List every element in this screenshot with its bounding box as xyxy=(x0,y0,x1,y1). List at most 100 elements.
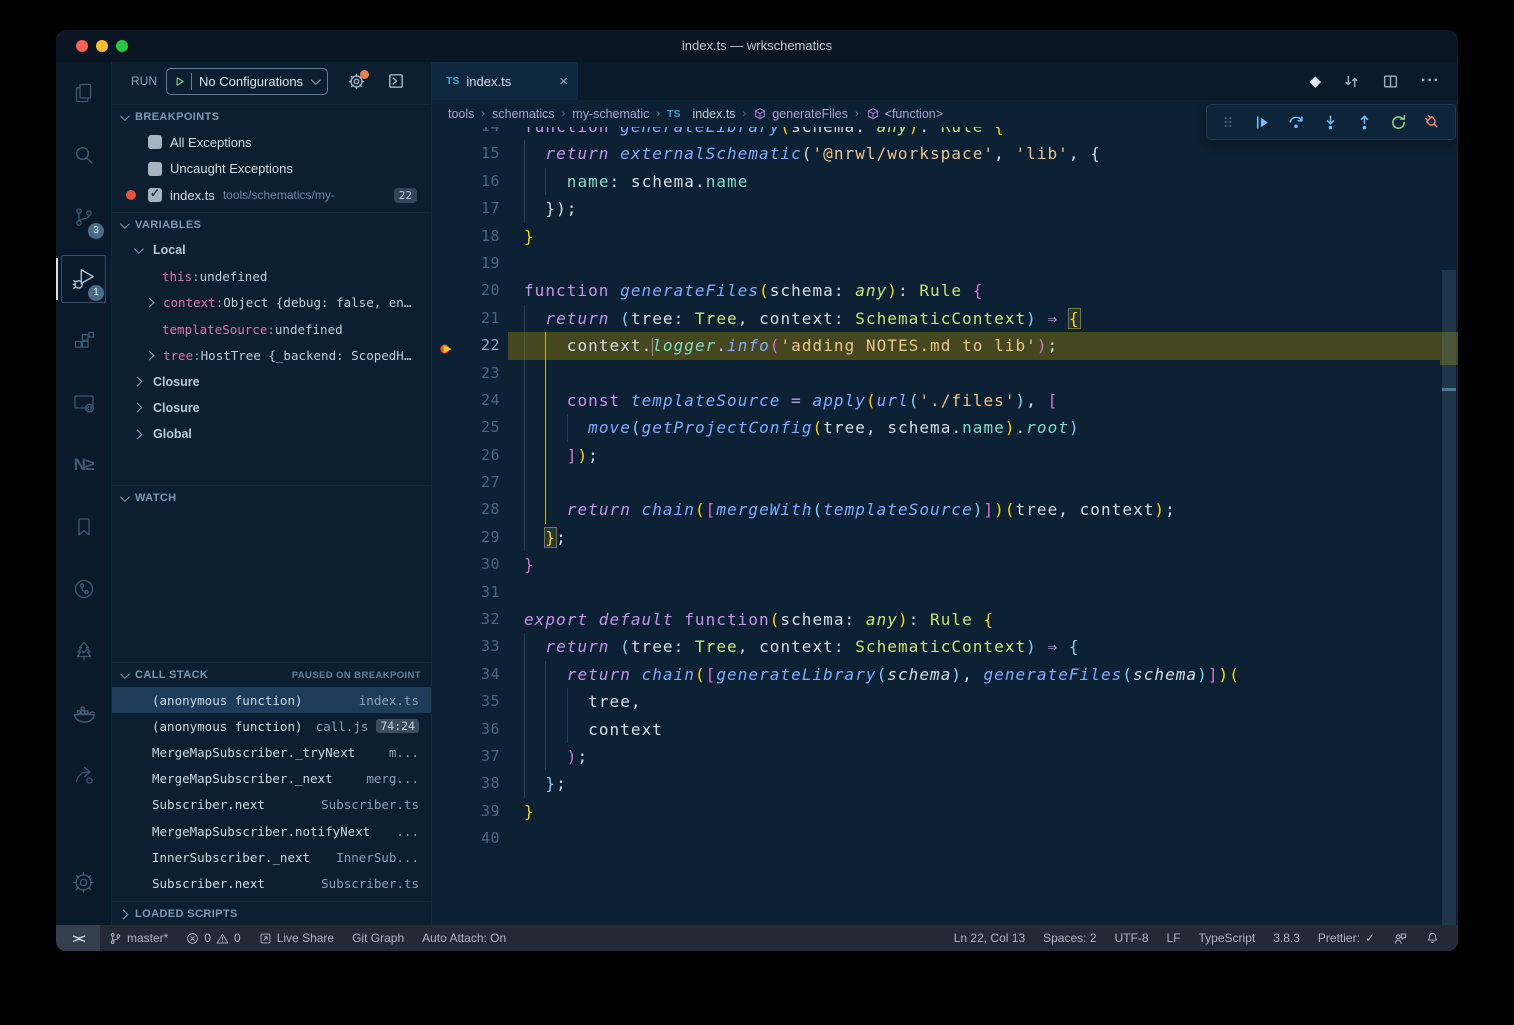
activity-extensions-icon[interactable] xyxy=(56,310,111,372)
close-tab-icon[interactable]: × xyxy=(559,73,568,90)
call-stack-frame[interactable]: MergeMapSubscriber._tryNextm... xyxy=(112,739,431,765)
variable-row[interactable]: this: undefined xyxy=(112,263,431,289)
activity-bookmarks-icon[interactable] xyxy=(56,496,111,558)
call-stack-frame[interactable]: InnerSubscriber._nextInnerSub... xyxy=(112,844,431,870)
notifications-bell[interactable] xyxy=(1417,925,1448,951)
indent-guide xyxy=(545,360,566,387)
code-text: }; xyxy=(524,770,567,797)
variable-scope-row[interactable]: Closure xyxy=(112,368,431,394)
token: . xyxy=(716,336,727,355)
breakpoint-current-line-icon[interactable] xyxy=(438,338,456,365)
breadcrumb-item[interactable]: generateFiles xyxy=(753,107,848,121)
token: ( xyxy=(695,500,706,519)
frame-file: merg... xyxy=(356,771,419,786)
tab-index-ts[interactable]: TS index.ts × xyxy=(432,62,578,100)
auto-attach-status[interactable]: Auto Attach: On xyxy=(413,925,515,951)
token: } xyxy=(545,528,556,547)
code-editor[interactable]: 14function generateLibrary(schema: any):… xyxy=(432,127,1458,925)
problems-status[interactable]: 00 xyxy=(177,925,249,951)
disconnect-button[interactable] xyxy=(1415,107,1449,137)
breakpoint-row[interactable]: All Exceptions xyxy=(112,129,431,156)
breakpoint-row[interactable]: index.tstools/schematics/my-sch...22 xyxy=(112,182,431,209)
call-stack-header[interactable]: CALL STACK PAUSED ON BREAKPOINT xyxy=(112,663,431,687)
breadcrumb-item[interactable]: schematics xyxy=(492,107,555,121)
variables-header[interactable]: VARIABLES xyxy=(112,213,431,237)
activity-run-debug-icon[interactable]: 1 xyxy=(56,248,111,310)
language-mode[interactable]: TypeScript xyxy=(1190,925,1265,951)
token: context xyxy=(759,637,834,656)
breadcrumb-item[interactable]: TSindex.ts xyxy=(667,107,736,121)
token: ) xyxy=(909,127,920,136)
indentation-status[interactable]: Spaces: 2 xyxy=(1034,925,1105,951)
split-editor-icon[interactable] xyxy=(1382,73,1399,90)
breakpoint-checkbox[interactable] xyxy=(148,188,162,202)
chevron-down-icon xyxy=(120,111,130,121)
token: ( xyxy=(802,144,813,163)
debug-console-icon[interactable] xyxy=(387,72,405,90)
watch-header[interactable]: WATCH xyxy=(112,486,431,510)
start-debug-icon[interactable] xyxy=(173,75,186,88)
variable-scope-row[interactable]: Closure xyxy=(112,395,431,421)
variable-row[interactable]: tree: HostTree {_backend: ScopedH… xyxy=(112,342,431,368)
feedback-smiley[interactable] xyxy=(1384,925,1417,951)
breadcrumb-item[interactable]: tools xyxy=(448,107,474,121)
activity-remote-explorer-icon[interactable] xyxy=(56,372,111,434)
activity-git-graph-icon[interactable] xyxy=(56,558,111,620)
token: ) xyxy=(951,665,962,684)
eol-status[interactable]: LF xyxy=(1158,925,1190,951)
code-line: 40 xyxy=(432,825,1458,852)
toolbar-grip-handle[interactable] xyxy=(1211,107,1245,137)
step-into-button[interactable] xyxy=(1313,107,1347,137)
activity-live-share-icon[interactable] xyxy=(56,744,111,806)
more-actions-icon[interactable]: ··· xyxy=(1421,72,1440,90)
breakpoint-checkbox[interactable] xyxy=(148,162,162,176)
encoding-status[interactable]: UTF-8 xyxy=(1106,925,1158,951)
variables-section: VARIABLES Localthis: undefinedcontext: O… xyxy=(112,212,431,485)
loaded-scripts-header[interactable]: LOADED SCRIPTS xyxy=(112,902,431,926)
variable-scope-row[interactable]: Global xyxy=(112,421,431,447)
continue-button[interactable] xyxy=(1245,107,1279,137)
breakpoints-header[interactable]: BREAKPOINTS xyxy=(112,105,431,129)
step-out-button[interactable] xyxy=(1347,107,1381,137)
variable-row[interactable]: context: Object {debug: false, en… xyxy=(112,290,431,316)
breakpoint-checkbox[interactable] xyxy=(148,135,162,149)
breakpoint-row[interactable]: Uncaught Exceptions xyxy=(112,156,431,183)
call-stack-frame[interactable]: MergeMapSubscriber.notifyNext... xyxy=(112,818,431,844)
live-share-status[interactable]: Live Share xyxy=(250,925,343,951)
variable-row[interactable]: templateSource: undefined xyxy=(112,316,431,342)
cursor-position[interactable]: Ln 22, Col 13 xyxy=(945,925,1034,951)
code-line: 19 xyxy=(432,250,1458,277)
restart-button[interactable] xyxy=(1381,107,1415,137)
scrollbar-slider[interactable] xyxy=(1442,270,1456,925)
launch-config-dropdown[interactable]: No Configurations xyxy=(166,68,328,95)
call-stack-frame[interactable]: MergeMapSubscriber._nextmerg... xyxy=(112,766,431,792)
variable-scope-row[interactable]: Local xyxy=(112,237,431,263)
breadcrumb-item[interactable]: <function> xyxy=(866,107,943,121)
overview-ruler[interactable] xyxy=(1440,127,1458,925)
code-line: 15return externalSchematic('@nrwl/worksp… xyxy=(432,140,1458,167)
compare-changes-icon[interactable] xyxy=(1343,73,1360,90)
breadcrumb-item[interactable]: my-schematic xyxy=(572,107,649,121)
token: ) xyxy=(994,500,1005,519)
prettier-status[interactable]: Prettier:✓ xyxy=(1309,925,1384,951)
call-stack-frame[interactable]: (anonymous function)call.js74:24 xyxy=(112,713,431,739)
activity-todo-tree-icon[interactable] xyxy=(56,620,111,682)
activity-nx-console-icon[interactable]: N≥ xyxy=(56,434,111,496)
breadcrumb-separator: › xyxy=(562,108,566,120)
frame-file: Subscriber.ts xyxy=(311,876,419,891)
step-over-button[interactable] xyxy=(1279,107,1313,137)
activity-source-control-icon[interactable]: 3 xyxy=(56,186,111,248)
remote-indicator[interactable]: >< xyxy=(56,925,100,951)
call-stack-frame[interactable]: Subscriber.nextSubscriber.ts xyxy=(112,870,431,896)
gitlens-icon[interactable]: ◆ xyxy=(1309,72,1321,90)
call-stack-frame[interactable]: Subscriber.nextSubscriber.ts xyxy=(112,792,431,818)
activity-explorer-icon[interactable] xyxy=(56,62,111,124)
call-stack-frame[interactable]: (anonymous function)index.ts xyxy=(112,687,431,713)
git-branch-status[interactable]: master* xyxy=(100,925,177,951)
ts-version[interactable]: 3.8.3 xyxy=(1264,925,1309,951)
activity-settings-gear-icon[interactable] xyxy=(56,851,111,913)
activity-docker-icon[interactable] xyxy=(56,682,111,744)
git-graph-status[interactable]: Git Graph xyxy=(343,925,413,951)
activity-search-icon[interactable] xyxy=(56,124,111,186)
debug-settings-gear-icon[interactable] xyxy=(348,73,365,90)
